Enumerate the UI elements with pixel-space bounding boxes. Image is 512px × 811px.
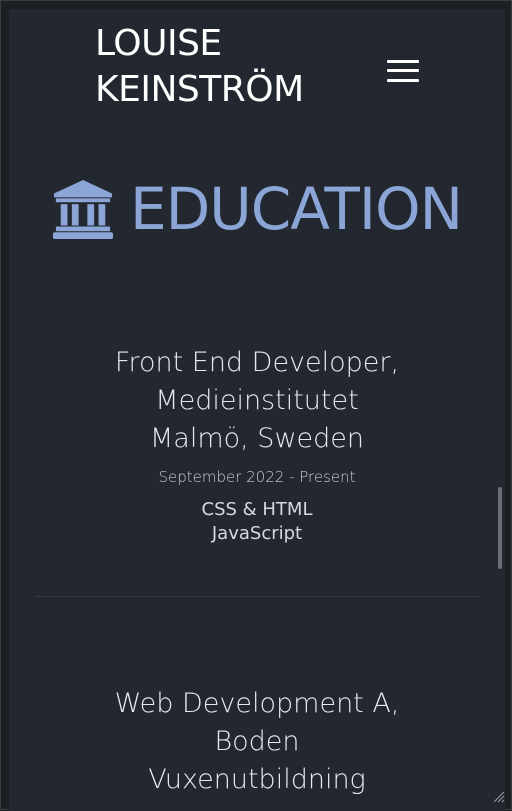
- entry-title-line: Web Development A,: [114, 688, 400, 719]
- entry-title-line: Malmö, Sweden: [149, 423, 365, 454]
- section-heading: EDUCATION: [9, 174, 505, 244]
- section-title: EDUCATION: [129, 175, 463, 243]
- education-entry: Web Development A, Boden Vuxenutbildning: [9, 685, 505, 799]
- entry-title-line: Medieinstitutet: [155, 385, 359, 416]
- scrollbar-thumb[interactable]: [498, 487, 502, 569]
- entry-divider: [35, 596, 479, 597]
- entry-title: Front End Developer, Medieinstitutet Mal…: [9, 344, 505, 458]
- entry-skills: CSS & HTML JavaScript: [9, 498, 505, 546]
- entry-title: Web Development A, Boden Vuxenutbildning: [9, 685, 505, 799]
- education-entry: Front End Developer, Medieinstitutet Mal…: [9, 344, 505, 546]
- brand-first-name: LOUISE: [95, 23, 222, 64]
- entry-title-line: Vuxenutbildning: [148, 764, 366, 795]
- entry-date: September 2022 - Present: [158, 468, 356, 486]
- browser-frame: LOUISE KEINSTRÖM EDUCATION Front End Dev…: [0, 0, 512, 811]
- skill-item: JavaScript: [211, 523, 303, 544]
- skill-item: CSS & HTML: [201, 499, 313, 520]
- site-header: LOUISE KEINSTRÖM: [9, 9, 505, 134]
- entry-title-line: Boden: [214, 726, 300, 757]
- menu-bar-middle: [387, 69, 419, 72]
- brand-last-name: KEINSTRÖM: [95, 69, 304, 110]
- site-logo-text[interactable]: LOUISE KEINSTRÖM: [95, 21, 304, 113]
- page-viewport: LOUISE KEINSTRÖM EDUCATION Front End Dev…: [9, 9, 505, 811]
- institution-icon: [52, 179, 114, 240]
- menu-bar-bottom: [387, 79, 419, 82]
- entry-title-line: Front End Developer,: [114, 347, 400, 378]
- hamburger-menu-icon[interactable]: [387, 59, 419, 85]
- resize-grip-icon[interactable]: [491, 789, 505, 803]
- menu-bar-top: [387, 60, 419, 63]
